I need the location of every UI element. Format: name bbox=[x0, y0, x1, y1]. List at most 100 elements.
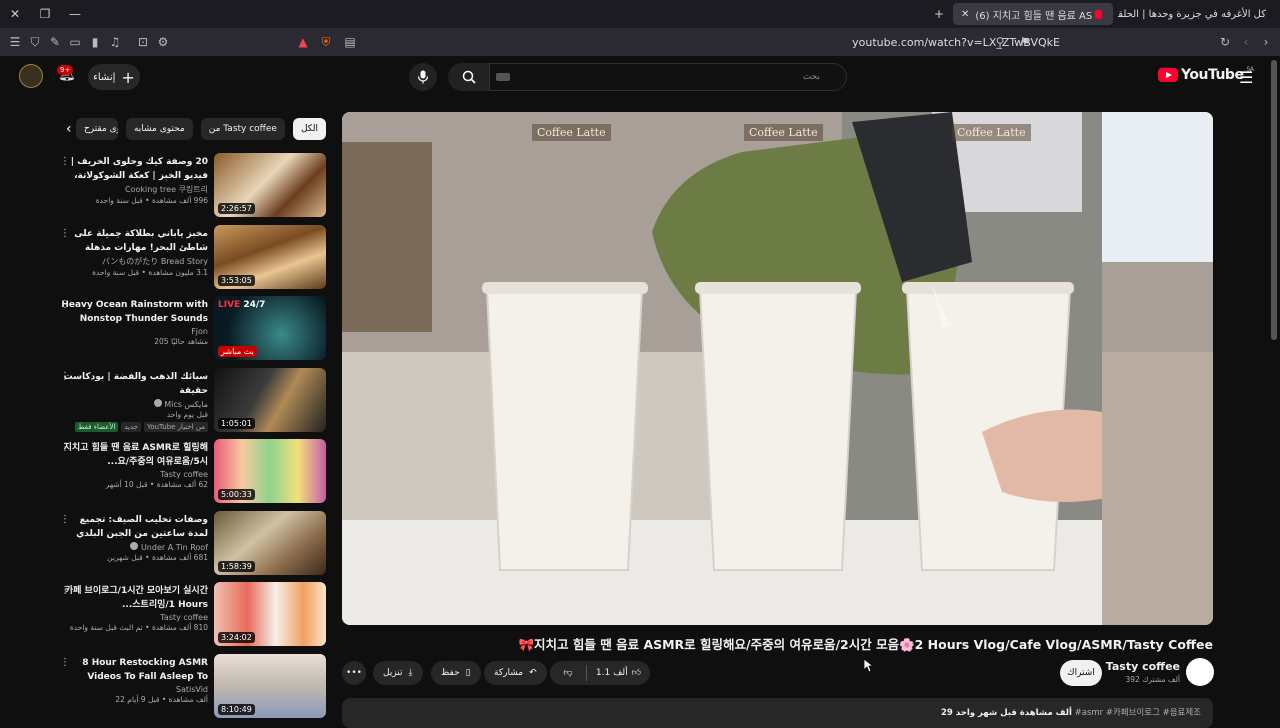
chip-from-channel[interactable]: من Tasty coffee bbox=[200, 118, 285, 140]
channel-name[interactable]: Tasty coffee bbox=[1090, 660, 1180, 673]
video-thumbnail[interactable]: 8:10:49 bbox=[214, 653, 326, 718]
forward-icon[interactable]: › bbox=[1256, 32, 1276, 52]
video-thumbnail[interactable]: 1:58:39 bbox=[214, 510, 326, 575]
duration-badge: 5:00:33 bbox=[218, 489, 255, 500]
duration-badge: 1:05:01 bbox=[218, 417, 255, 429]
list-item[interactable]: ⋮ وصفات تخليب الصيف: تجميع لمدة ساعتين م… bbox=[52, 510, 326, 583]
rec-channel[interactable]: Tasty coffee bbox=[58, 613, 208, 622]
description-tags: #asmr #카페브이로그 #음료제조 bbox=[1074, 708, 1201, 718]
keyboard-icon[interactable] bbox=[496, 73, 510, 81]
rec-channel[interactable]: パンものがたり Bread Story bbox=[58, 256, 208, 267]
rec-views: 205 مشاهد حاليًا bbox=[154, 337, 208, 346]
subscribe-button[interactable]: اشتراك bbox=[1060, 660, 1102, 686]
url-text: youtube.com/watch?v=LX_ZTwBVQkE bbox=[852, 35, 1060, 49]
video-thumbnail[interactable]: 2:26:57 bbox=[214, 153, 326, 217]
new-tab-button[interactable]: + bbox=[924, 0, 954, 28]
search-button[interactable] bbox=[448, 63, 490, 91]
list-item[interactable]: ⋮ 20 وصفة كيك وحلوى الخريف | فيديو الخبز… bbox=[52, 153, 326, 225]
share-icon: ↶ bbox=[529, 668, 537, 678]
chip-label: محتوى مشابه bbox=[133, 124, 185, 134]
plus-icon: + bbox=[121, 67, 135, 87]
rec-views: 62 ألف مشاهدة • قبل 10 أشهر bbox=[105, 480, 208, 489]
minimize-window-button[interactable]: — bbox=[60, 0, 90, 28]
overlay-label: Coffee Latte bbox=[744, 124, 823, 141]
rec-title[interactable]: 지치고 힘들 땐 음료 ASMR로 힐링해요/주중의 여유로움/5시... bbox=[58, 441, 208, 469]
bookmark-save-icon: ▯ bbox=[465, 668, 471, 678]
list-item[interactable]: ⋮ 8 Hour Restocking ASMR Videos To Fall … bbox=[52, 653, 326, 726]
dislike-button[interactable]: 👎︎ bbox=[550, 668, 586, 678]
tabs-icon[interactable]: ▭ bbox=[65, 32, 85, 52]
save-button[interactable]: حفظ ▯ bbox=[431, 661, 481, 685]
create-button[interactable]: إنشاء + bbox=[88, 64, 140, 90]
list-item[interactable]: ⋮ 지치고 힘들 땐 음료 ASMR로 힐링해요/주중의 여유로움/5시... … bbox=[52, 439, 326, 511]
thumbs-up-icon: 👍︎ bbox=[631, 668, 642, 678]
video-thumbnail[interactable]: 3:53:05 bbox=[214, 224, 326, 289]
extensions-icon[interactable]: ⚙ bbox=[153, 32, 173, 52]
video-thumbnail[interactable]: LIVE 24/7 بث مباشر bbox=[214, 296, 326, 360]
rec-channel-row[interactable]: Under A Tin Roof bbox=[58, 541, 208, 552]
rec-title[interactable]: 8 Hour Restocking ASMR Videos To Fall As… bbox=[58, 656, 208, 684]
rec-title[interactable]: وصفات تخليب الصيف: تجميع لمدة ساعتين من … bbox=[58, 513, 208, 541]
rec-channel[interactable]: Cooking tree 쿠킹트리 bbox=[58, 184, 208, 195]
menu-icon[interactable]: ☰ bbox=[5, 32, 25, 52]
tab-youtube-active[interactable]: ✕ (6) 지치고 힘들 땐 음료 AS bbox=[953, 3, 1113, 25]
share-label: مشاركة bbox=[494, 668, 524, 678]
reload-icon[interactable]: ↻ bbox=[1215, 32, 1235, 52]
list-item[interactable]: ⋮ سبائك الذهب والفضة | بودكاست حقيقة ماي… bbox=[52, 367, 326, 440]
rec-channel[interactable]: SatisVid bbox=[58, 685, 208, 694]
chip-label: الكل bbox=[300, 124, 318, 134]
shield-icon[interactable]: ⛉ bbox=[25, 32, 45, 52]
rec-channel-row[interactable]: مايكس Mics bbox=[58, 398, 208, 409]
list-item[interactable]: ⋮ 카페 브이로그/1시간 모아보기 실시간 스트리밍/1 Hours... T… bbox=[52, 582, 326, 654]
share-button[interactable]: مشاركة ↶ bbox=[484, 661, 547, 685]
youtube-logo-text: YouTube bbox=[1181, 67, 1244, 83]
close-tab-icon[interactable]: ✕ bbox=[961, 9, 969, 20]
back-icon[interactable]: ‹ bbox=[1236, 32, 1256, 52]
restore-window-button[interactable]: ❐ bbox=[30, 0, 60, 28]
video-thumbnail[interactable]: 5:00:33 bbox=[214, 439, 326, 503]
rec-views: 3.1 مليون مشاهدة • قبل سنة واحدة bbox=[92, 267, 208, 277]
url-bar[interactable]: youtube.com/watch?v=LX_ZTwBVQkE bbox=[290, 32, 1060, 52]
close-window-button[interactable]: ✕ bbox=[0, 0, 30, 28]
description-box[interactable]: 29 ألف مشاهدة قبل شهر واحد #asmr #카페브이로그… bbox=[342, 698, 1213, 728]
download-button[interactable]: تنزيل ⤓ bbox=[373, 661, 423, 685]
list-item[interactable]: ⋮ Heavy Ocean Rainstorm with Nonstop Thu… bbox=[52, 296, 326, 368]
youtube-play-icon bbox=[1158, 68, 1178, 82]
more-actions-button[interactable]: ••• bbox=[342, 661, 366, 685]
search-input[interactable]: بحث bbox=[489, 63, 847, 91]
page-scrollbar[interactable] bbox=[1271, 60, 1277, 340]
list-item[interactable]: ⋮ مخبز ياباني بطلاكة جميلة على شاطئ البح… bbox=[52, 224, 326, 297]
youtube-favicon bbox=[1095, 9, 1102, 19]
search-placeholder: بحث bbox=[802, 72, 820, 82]
chip-label: من Tasty coffee bbox=[208, 124, 277, 134]
rec-channel[interactable]: Tasty coffee bbox=[58, 470, 208, 479]
puzzle-icon[interactable]: ✎ bbox=[45, 32, 65, 52]
rec-channel[interactable]: Fjon bbox=[58, 327, 208, 336]
chip-label: محتوى مقترح bbox=[83, 124, 118, 134]
chip-suggested[interactable]: محتوى مقترح bbox=[75, 118, 118, 140]
music-icon[interactable]: ♫ bbox=[105, 32, 125, 52]
avatar[interactable] bbox=[19, 64, 43, 88]
badge-new: جديد bbox=[121, 421, 141, 432]
rec-title[interactable]: Heavy Ocean Rainstorm with Nonstop Thund… bbox=[58, 298, 208, 326]
description-stats: 29 ألف مشاهدة قبل شهر واحد bbox=[941, 708, 1072, 718]
voice-search-button[interactable] bbox=[409, 63, 437, 91]
overlay-label: Coffee Latte bbox=[532, 124, 611, 141]
rec-title[interactable]: 20 وصفة كيك وحلوى الخريف | فيديو الخبز |… bbox=[58, 155, 208, 183]
screenshot-icon[interactable]: ⊡ bbox=[133, 32, 153, 52]
rec-views: 810 ألف مشاهدة • تم البث قبل سنة واحدة bbox=[69, 623, 208, 632]
rec-title[interactable]: سبائك الذهب والفضة | بودكاست حقيقة bbox=[58, 370, 208, 398]
video-thumbnail[interactable]: 1:05:01 bbox=[214, 367, 326, 432]
tab-youtube-inactive[interactable]: كل الأغرفه في جزيرة وحدها | الحلقة (6) bbox=[1118, 3, 1280, 25]
video-thumbnail[interactable]: 3:24:02 bbox=[214, 582, 326, 646]
channel-avatar[interactable] bbox=[1186, 658, 1214, 686]
like-button[interactable]: 1.1 ألف 👍︎ bbox=[587, 668, 650, 678]
rec-title[interactable]: مخبز ياباني بطلاكة جميلة على شاطئ البحر!… bbox=[58, 227, 208, 255]
rec-title[interactable]: 카페 브이로그/1시간 모아보기 실시간 스트리밍/1 Hours... bbox=[58, 584, 208, 612]
chip-all[interactable]: الكل bbox=[292, 118, 326, 140]
sidebar-icon[interactable]: ▮ bbox=[85, 32, 105, 52]
chip-related[interactable]: محتوى مشابه bbox=[125, 118, 193, 140]
guide-menu-icon[interactable]: ☰ bbox=[1239, 68, 1253, 87]
save-label: حفظ bbox=[441, 668, 460, 678]
video-player[interactable]: Coffee Latte Coffee Latte Coffee Latte bbox=[342, 112, 1213, 625]
